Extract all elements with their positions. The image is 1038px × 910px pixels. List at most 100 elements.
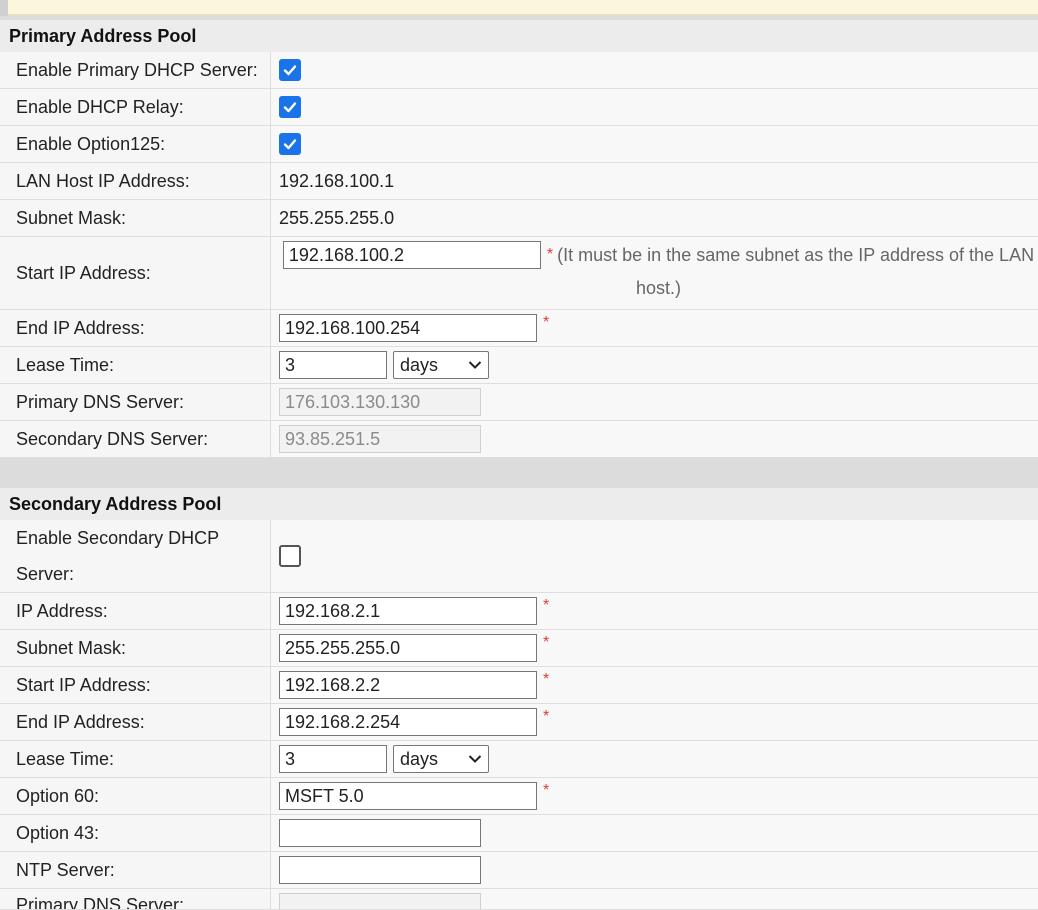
primary-subnet-label: Subnet Mask:: [0, 200, 271, 236]
row-primary-dns1: Primary DNS Server:: [0, 384, 1038, 421]
primary-start-ip-input[interactable]: [282, 241, 541, 269]
secondary-dns1-cell: [271, 889, 1038, 909]
row-secondary-ip: IP Address: *: [0, 593, 1038, 630]
enable-option125-checkbox[interactable]: [279, 133, 301, 155]
primary-lease-unit-select[interactable]: days: [393, 351, 489, 379]
required-mark: *: [543, 782, 550, 799]
enable-relay-checkbox[interactable]: [279, 96, 301, 118]
enable-primary-label: Enable Primary DHCP Server:: [0, 52, 271, 88]
enable-secondary-checkbox[interactable]: [279, 545, 301, 567]
enable-option125-label: Enable Option125:: [0, 126, 271, 162]
primary-end-ip-cell: *: [271, 310, 1038, 346]
secondary-pool-title: Secondary Address Pool: [0, 488, 1038, 520]
enable-secondary-cell: [271, 520, 1038, 592]
section-divider: [0, 458, 1038, 488]
secondary-end-ip-label: End IP Address:: [0, 704, 271, 740]
chevron-down-icon: [468, 755, 482, 763]
primary-end-ip-input[interactable]: [279, 314, 537, 342]
option60-cell: *: [271, 778, 1038, 814]
secondary-ip-label: IP Address:: [0, 593, 271, 629]
row-primary-subnet: Subnet Mask: 255.255.255.0: [0, 200, 1038, 237]
enable-relay-cell: [271, 89, 1038, 125]
ntp-server-input[interactable]: [279, 856, 481, 884]
row-primary-dns2: Secondary DNS Server:: [0, 421, 1038, 458]
enable-relay-label: Enable DHCP Relay:: [0, 89, 271, 125]
row-enable-secondary: Enable Secondary DHCP Server:: [0, 520, 1038, 593]
secondary-ip-input[interactable]: [279, 597, 537, 625]
secondary-end-ip-input[interactable]: [279, 708, 537, 736]
secondary-start-ip-input[interactable]: [279, 671, 537, 699]
option60-label: Option 60:: [0, 778, 271, 814]
primary-subnet-cell: 255.255.255.0: [271, 200, 1038, 236]
required-mark: *: [543, 671, 550, 688]
secondary-lease-unit-select[interactable]: days: [393, 745, 489, 773]
secondary-lease-time-input[interactable]: [279, 745, 387, 773]
row-secondary-dns1: Primary DNS Server:: [0, 889, 1038, 910]
secondary-dns1-input: [279, 893, 481, 909]
secondary-lease-unit-value: days: [400, 748, 439, 769]
primary-dns1-cell: [271, 384, 1038, 420]
top-banner: [0, 0, 1038, 16]
secondary-subnet-cell: *: [271, 630, 1038, 666]
primary-start-ip-hint-cont: host.): [635, 278, 682, 298]
row-ntp-server: NTP Server:: [0, 852, 1038, 889]
enable-primary-cell: [271, 52, 1038, 88]
row-secondary-start-ip: Start IP Address: *: [0, 667, 1038, 704]
check-icon: [283, 102, 297, 113]
required-mark: *: [546, 246, 554, 263]
row-primary-start-ip: Start IP Address: * (It must be in the s…: [0, 237, 1038, 310]
secondary-lease-time-cell: days: [271, 741, 1038, 777]
row-option60: Option 60: *: [0, 778, 1038, 815]
primary-start-ip-hint: (It must be in the same subnet as the IP…: [557, 244, 1035, 265]
secondary-lease-time-label: Lease Time:: [0, 741, 271, 777]
check-icon: [283, 65, 297, 76]
option43-cell: [271, 815, 1038, 851]
secondary-start-ip-cell: *: [271, 667, 1038, 703]
primary-start-ip-label: Start IP Address:: [0, 237, 271, 309]
chevron-down-icon: [468, 361, 482, 369]
primary-lease-time-input[interactable]: [279, 351, 387, 379]
ntp-server-cell: [271, 852, 1038, 888]
top-banner-edge: [0, 0, 8, 16]
required-mark: *: [543, 314, 550, 331]
row-secondary-lease-time: Lease Time: days: [0, 741, 1038, 778]
primary-lease-time-label: Lease Time:: [0, 347, 271, 383]
secondary-subnet-input[interactable]: [279, 634, 537, 662]
row-enable-option125: Enable Option125:: [0, 126, 1038, 163]
row-lan-host-ip: LAN Host IP Address: 192.168.100.1: [0, 163, 1038, 200]
secondary-end-ip-cell: *: [271, 704, 1038, 740]
dhcp-settings-form: Primary Address Pool Enable Primary DHCP…: [0, 16, 1038, 910]
row-primary-lease-time: Lease Time: days: [0, 347, 1038, 384]
required-mark: *: [543, 597, 550, 614]
primary-dns1-input: [279, 388, 481, 416]
enable-secondary-label-line2: Server:: [16, 564, 75, 584]
enable-option125-cell: [271, 126, 1038, 162]
primary-subnet-value: 255.255.255.0: [279, 207, 395, 228]
required-mark: *: [543, 634, 550, 651]
row-enable-relay: Enable DHCP Relay:: [0, 89, 1038, 126]
option43-input[interactable]: [279, 819, 481, 847]
primary-dns2-cell: [271, 421, 1038, 457]
primary-dns1-label: Primary DNS Server:: [0, 384, 271, 420]
primary-pool-title: Primary Address Pool: [0, 20, 1038, 52]
row-option43: Option 43:: [0, 815, 1038, 852]
secondary-subnet-label: Subnet Mask:: [0, 630, 271, 666]
option60-input[interactable]: [279, 782, 537, 810]
lan-host-ip-value: 192.168.100.1: [279, 170, 395, 191]
lan-host-ip-label: LAN Host IP Address:: [0, 163, 271, 199]
row-secondary-end-ip: End IP Address: *: [0, 704, 1038, 741]
row-primary-end-ip: End IP Address: *: [0, 310, 1038, 347]
row-enable-primary: Enable Primary DHCP Server:: [0, 52, 1038, 89]
check-icon: [283, 139, 297, 150]
primary-dns2-label: Secondary DNS Server:: [0, 421, 271, 457]
row-secondary-subnet: Subnet Mask: *: [0, 630, 1038, 667]
enable-primary-checkbox[interactable]: [279, 59, 301, 81]
enable-secondary-label: Enable Secondary DHCP Server:: [0, 520, 271, 592]
secondary-dns1-label: Primary DNS Server:: [0, 889, 271, 909]
secondary-ip-cell: *: [271, 593, 1038, 629]
primary-lease-time-cell: days: [271, 347, 1038, 383]
primary-lease-unit-value: days: [400, 354, 439, 375]
secondary-start-ip-label: Start IP Address:: [0, 667, 271, 703]
ntp-server-label: NTP Server:: [0, 852, 271, 888]
required-mark: *: [543, 708, 550, 725]
